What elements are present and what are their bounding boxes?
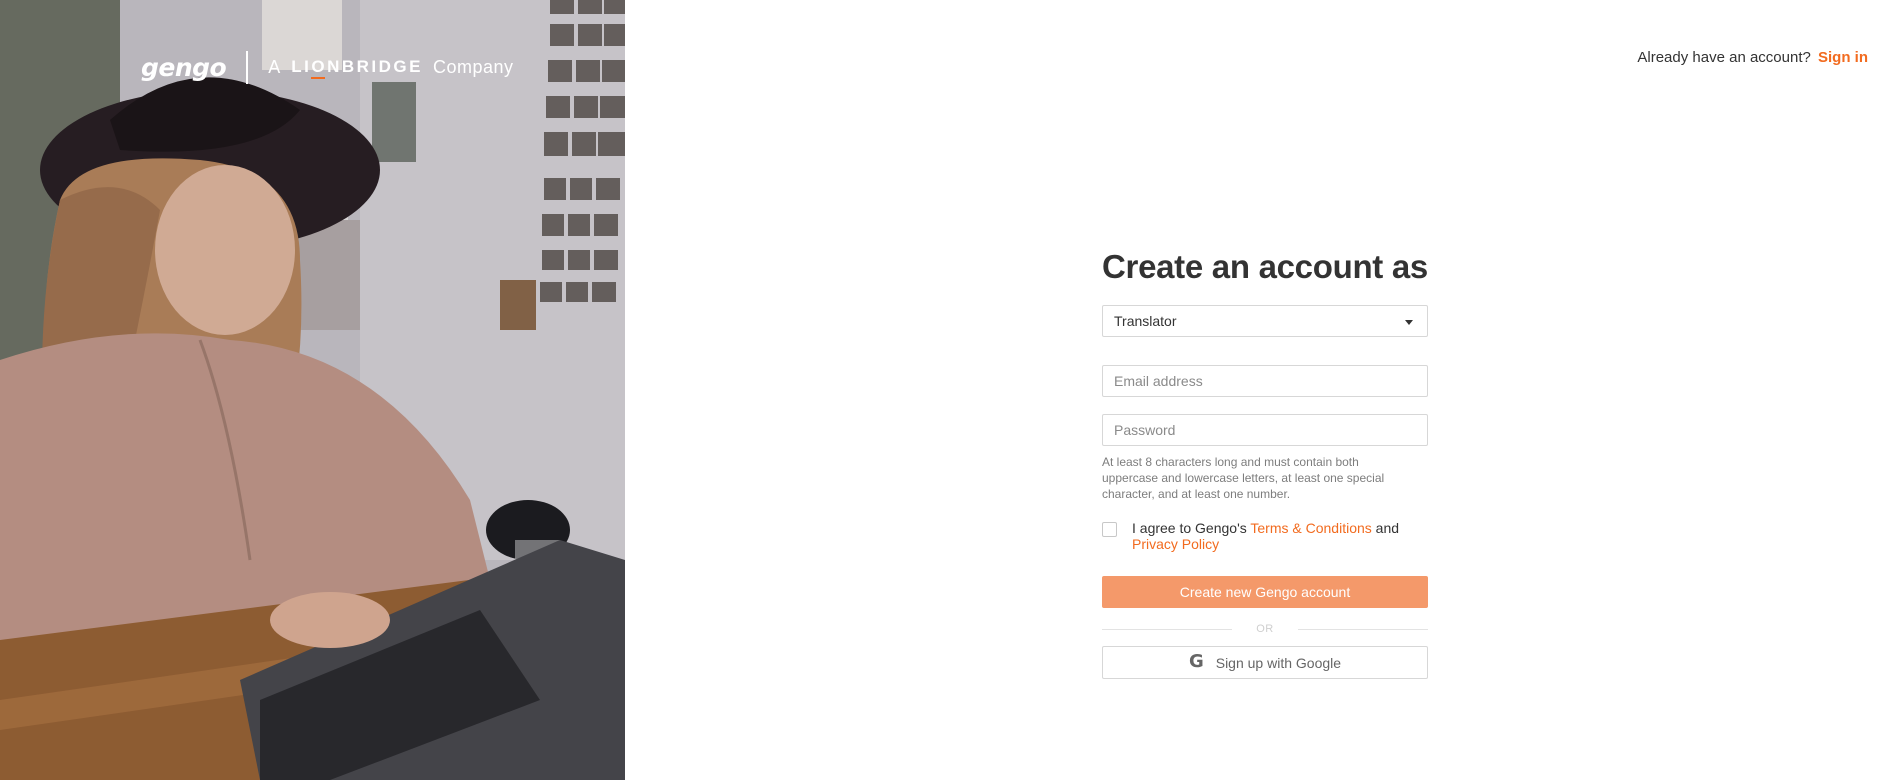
or-divider: OR: [1102, 621, 1428, 637]
or-divider-line-left: [1102, 628, 1233, 630]
google-signup-label: Sign up with Google: [1215, 654, 1342, 671]
gengo-logo: gengo: [141, 52, 227, 82]
form-title: Create an account as: [1102, 248, 1428, 285]
signin-prompt: Already have an account? Sign in: [1637, 49, 1868, 66]
privacy-link[interactable]: Privacy Policy: [1132, 536, 1219, 552]
signup-page: gengo A LIONBRIDGE Company Already have …: [0, 0, 1884, 780]
brand-suffix: Company: [432, 56, 514, 77]
or-divider-line-right: [1297, 628, 1428, 630]
password-hint: At least 8 characters long and must cont…: [1102, 455, 1385, 501]
brand-lockup[interactable]: gengo A LIONBRIDGE Company: [141, 50, 514, 84]
brand-prefix: A: [268, 56, 282, 77]
hero-photo-panel: gengo A LIONBRIDGE Company: [0, 0, 625, 780]
caret-down-icon: [1405, 319, 1413, 325]
lionbridge-logo-text: LIONBRIDGE: [291, 57, 423, 76]
brand-divider: [246, 50, 249, 84]
lionbridge-logo: LIONBRIDGE: [291, 57, 423, 79]
terms-agreement: I agree to Gengo's Terms & Conditions an…: [1102, 520, 1428, 552]
terms-link[interactable]: Terms & Conditions: [1250, 520, 1371, 536]
google-g-icon: G: [1188, 651, 1204, 672]
signup-panel: Already have an account? Sign in Create …: [625, 0, 1884, 780]
terms-checkbox[interactable]: [1102, 522, 1117, 537]
account-type-select[interactable]: Translator: [1102, 305, 1428, 337]
google-signup-button[interactable]: G Sign up with Google: [1102, 646, 1428, 679]
hero-photo: [0, 0, 625, 780]
signin-link[interactable]: Sign in: [1818, 49, 1868, 66]
signin-prompt-text: Already have an account?: [1637, 49, 1811, 66]
password-input[interactable]: [1102, 414, 1428, 446]
lionbridge-accent-mark: [311, 77, 326, 79]
email-input[interactable]: [1102, 365, 1428, 397]
create-account-button[interactable]: Create new Gengo account: [1102, 576, 1428, 608]
agree-text: I agree to Gengo's: [1132, 520, 1247, 536]
or-divider-text: OR: [1256, 623, 1274, 635]
terms-agreement-text: I agree to Gengo's Terms & Conditions an…: [1132, 520, 1399, 552]
signup-form: Create an account as Translator At least…: [1102, 248, 1428, 679]
account-type-value: Translator: [1114, 313, 1177, 329]
agree-connector: and: [1375, 520, 1400, 536]
